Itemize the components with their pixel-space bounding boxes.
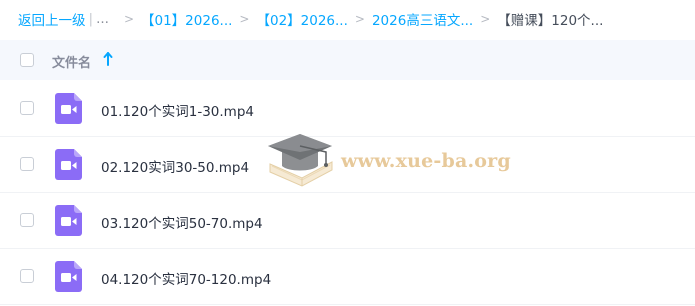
breadcrumb-item-01[interactable]: 【01】2026...	[141, 9, 232, 29]
chevron-right-icon: >	[354, 12, 365, 26]
file-name[interactable]: 02.120实词30-50.mp4	[101, 156, 249, 176]
breadcrumb: 返回上一级 | ... > 【01】2026... > 【02】2026... …	[0, 0, 695, 38]
breadcrumb-ellipsis[interactable]: ...	[96, 11, 109, 27]
file-browser: 返回上一级 | ... > 【01】2026... > 【02】2026... …	[0, 0, 695, 306]
row-checkbox[interactable]	[20, 157, 34, 171]
watermark-text: www.xue-ba.org	[341, 150, 511, 172]
list-item[interactable]: 04.120个实词70-120.mp4	[0, 249, 695, 305]
file-name[interactable]: 03.120个实词50-70.mp4	[101, 212, 263, 232]
row-checkbox[interactable]	[20, 213, 34, 227]
chevron-right-icon: >	[123, 12, 134, 26]
video-file-icon	[55, 149, 82, 180]
breadcrumb-item-02[interactable]: 【02】2026...	[256, 9, 347, 29]
file-name[interactable]: 04.120个实词70-120.mp4	[101, 268, 271, 288]
file-list-header: 文件名	[0, 40, 695, 80]
file-name[interactable]: 01.120个实词1-30.mp4	[101, 100, 254, 120]
breadcrumb-divider: |	[88, 11, 94, 27]
column-header-file-name[interactable]: 文件名	[52, 52, 91, 71]
breadcrumb-current: 【赠课】120个...	[497, 13, 604, 29]
arrow-up-icon[interactable]	[103, 51, 113, 67]
chevron-right-icon: >	[480, 12, 491, 26]
video-file-icon	[55, 93, 82, 124]
select-all-checkbox[interactable]	[20, 53, 34, 67]
video-file-icon	[55, 205, 82, 236]
graduation-cap-book-icon	[268, 134, 333, 187]
chevron-right-icon: >	[239, 12, 250, 26]
list-item[interactable]: 01.120个实词1-30.mp4	[0, 81, 695, 137]
row-checkbox[interactable]	[20, 101, 34, 115]
row-checkbox[interactable]	[20, 269, 34, 283]
list-item[interactable]: 03.120个实词50-70.mp4	[0, 193, 695, 249]
back-link[interactable]: 返回上一级	[18, 9, 86, 29]
video-file-icon	[55, 261, 82, 292]
breadcrumb-item-03[interactable]: 2026高三语文...	[372, 9, 473, 29]
watermark: www.xue-ba.org	[266, 130, 511, 192]
